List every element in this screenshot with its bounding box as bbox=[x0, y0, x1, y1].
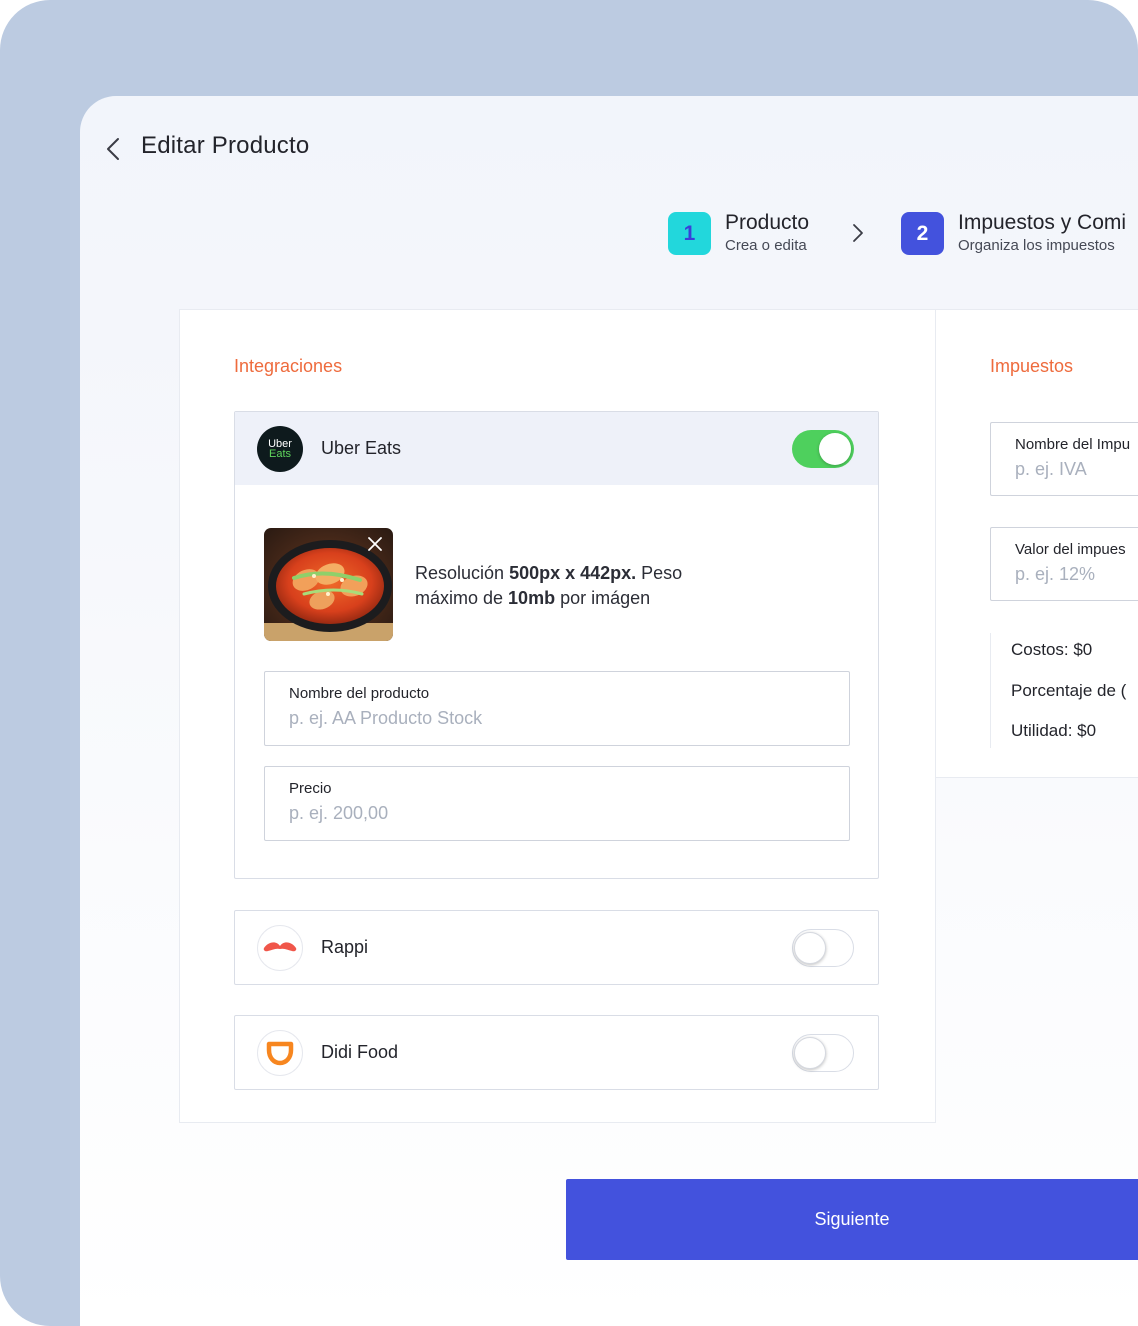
toggle-knob bbox=[819, 433, 851, 465]
step-number-badge: 2 bbox=[901, 212, 944, 255]
step-number-badge: 1 bbox=[668, 212, 711, 255]
tax-name-field[interactable]: Nombre del Impu bbox=[990, 422, 1138, 496]
tax-value-input[interactable] bbox=[1015, 564, 1135, 585]
product-name-field[interactable]: Nombre del producto bbox=[264, 671, 850, 746]
close-icon[interactable] bbox=[367, 536, 383, 552]
next-button[interactable]: Siguiente bbox=[566, 1179, 1138, 1260]
field-label: Valor del impues bbox=[1015, 541, 1126, 558]
integration-name: Didi Food bbox=[321, 1042, 399, 1062]
step-impuestos[interactable]: 2 Impuestos y Comi Organiza los impuesto… bbox=[901, 211, 1127, 256]
tax-value-field[interactable]: Valor del impues bbox=[990, 527, 1138, 601]
integration-header: Didi Food bbox=[235, 1016, 878, 1089]
chevron-left-icon bbox=[107, 138, 119, 160]
uber-eats-logo: Uber Eats bbox=[257, 425, 303, 472]
toggle-knob bbox=[794, 1036, 826, 1069]
step-subtitle: Organiza los impuestos bbox=[958, 237, 1115, 254]
summary-divider bbox=[990, 633, 991, 748]
integration-didi-food: Didi Food bbox=[234, 1015, 879, 1090]
didi-food-logo bbox=[257, 1029, 303, 1076]
price-input[interactable] bbox=[289, 803, 757, 824]
field-label: Nombre del producto bbox=[289, 685, 430, 702]
porcentaje-text: Porcentaje de ( bbox=[1011, 681, 1127, 700]
rappi-toggle[interactable] bbox=[792, 929, 854, 967]
integration-header: Rappi bbox=[235, 911, 878, 984]
integration-name: Uber Eats bbox=[321, 438, 402, 458]
integration-rappi: Rappi bbox=[234, 910, 879, 985]
step-title: Producto bbox=[725, 211, 810, 234]
back-button[interactable] bbox=[100, 134, 126, 164]
uber-eats-toggle[interactable] bbox=[792, 430, 854, 468]
step-subtitle: Crea o edita bbox=[725, 237, 807, 254]
integration-header: Uber Eats Uber Eats bbox=[235, 412, 878, 485]
rappi-logo bbox=[257, 924, 303, 971]
integration-name: Rappi bbox=[321, 937, 369, 957]
logo-text: Eats bbox=[268, 447, 291, 460]
didi-food-icon bbox=[266, 1041, 294, 1065]
price-field[interactable]: Precio bbox=[264, 766, 850, 841]
mustache-icon bbox=[263, 941, 297, 951]
caption-text: Resolución bbox=[415, 563, 510, 583]
chevron-right-icon bbox=[853, 224, 863, 242]
image-requirements-text: Resolución 500px x 442px. Peso máximo de… bbox=[415, 561, 715, 611]
step-producto[interactable]: 1 Producto Crea o edita bbox=[668, 211, 810, 256]
field-label: Nombre del Impu bbox=[1015, 436, 1131, 453]
integraciones-heading: Integraciones bbox=[234, 356, 343, 376]
caption-text: por imágen bbox=[555, 588, 651, 608]
field-label: Precio bbox=[289, 780, 332, 797]
tax-name-input[interactable] bbox=[1015, 459, 1135, 480]
caption-bold: 500px x 442px. bbox=[509, 563, 637, 583]
costos-text: Costos: $0 bbox=[1011, 640, 1093, 659]
utilidad-text: Utilidad: $0 bbox=[1011, 721, 1097, 740]
didi-food-toggle[interactable] bbox=[792, 1034, 854, 1072]
step-title: Impuestos y Comi bbox=[958, 211, 1127, 234]
logo-text: Uber bbox=[268, 437, 292, 450]
caption-bold: 10mb bbox=[508, 588, 556, 608]
toggle-knob bbox=[794, 931, 826, 964]
page-title: Editar Producto bbox=[141, 132, 310, 159]
product-name-input[interactable] bbox=[289, 708, 757, 729]
product-image bbox=[264, 528, 393, 641]
impuestos-heading: Impuestos bbox=[990, 356, 1074, 376]
